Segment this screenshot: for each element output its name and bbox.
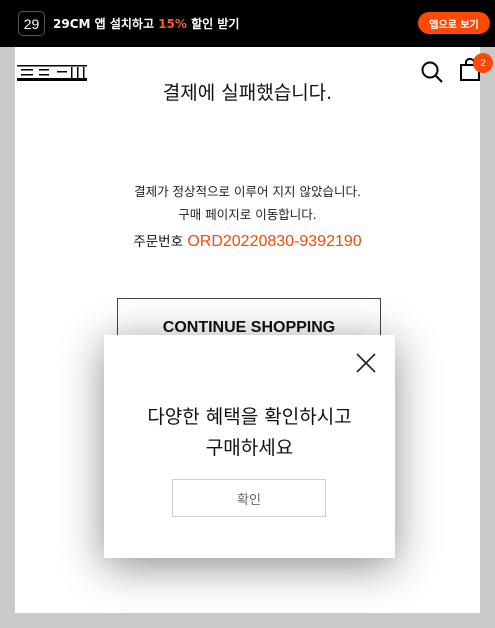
modal-message-line1: 다양한 혜택을 확인하시고 [147,406,352,428]
close-icon[interactable] [355,352,377,374]
app-icon: 29 [18,11,45,36]
modal-message: 다양한 혜택을 확인하시고 구매하세요 [104,402,395,464]
promo-suffix: 할인 받기 [186,17,240,31]
order-number-line: 주문번호 ORD20220830-9392190 [0,230,495,251]
promo-highlight: 15% [158,17,187,31]
app-promo-text: 29CM 앱 설치하고 15% 할인 받기 [53,15,239,32]
payment-failed-title: 결제에 실패했습니다. [162,82,333,104]
cart-count-badge: 2 [473,53,493,73]
app-install-banner[interactable]: 29 29CM 앱 설치하고 15% 할인 받기 앱으로 보기 [0,0,495,47]
benefits-modal: 다양한 혜택을 확인하시고 구매하세요 확인 [104,335,395,558]
order-number-label: 주문번호 [133,234,188,250]
open-app-button[interactable]: 앱으로 보기 [418,12,490,34]
app-icon-text: 29 [23,15,40,32]
confirm-button[interactable]: 확인 [172,479,326,517]
modal-message-line2: 구매하세요 [205,437,294,459]
order-number: ORD20220830-9392190 [187,233,362,250]
failure-message-line1: 결제가 정상적으로 이루어 지지 않았습니다. [134,184,361,199]
promo-prefix: 29CM 앱 설치하고 [53,17,159,31]
failure-message-line2: 구매 페이지로 이동합니다. [178,207,317,222]
